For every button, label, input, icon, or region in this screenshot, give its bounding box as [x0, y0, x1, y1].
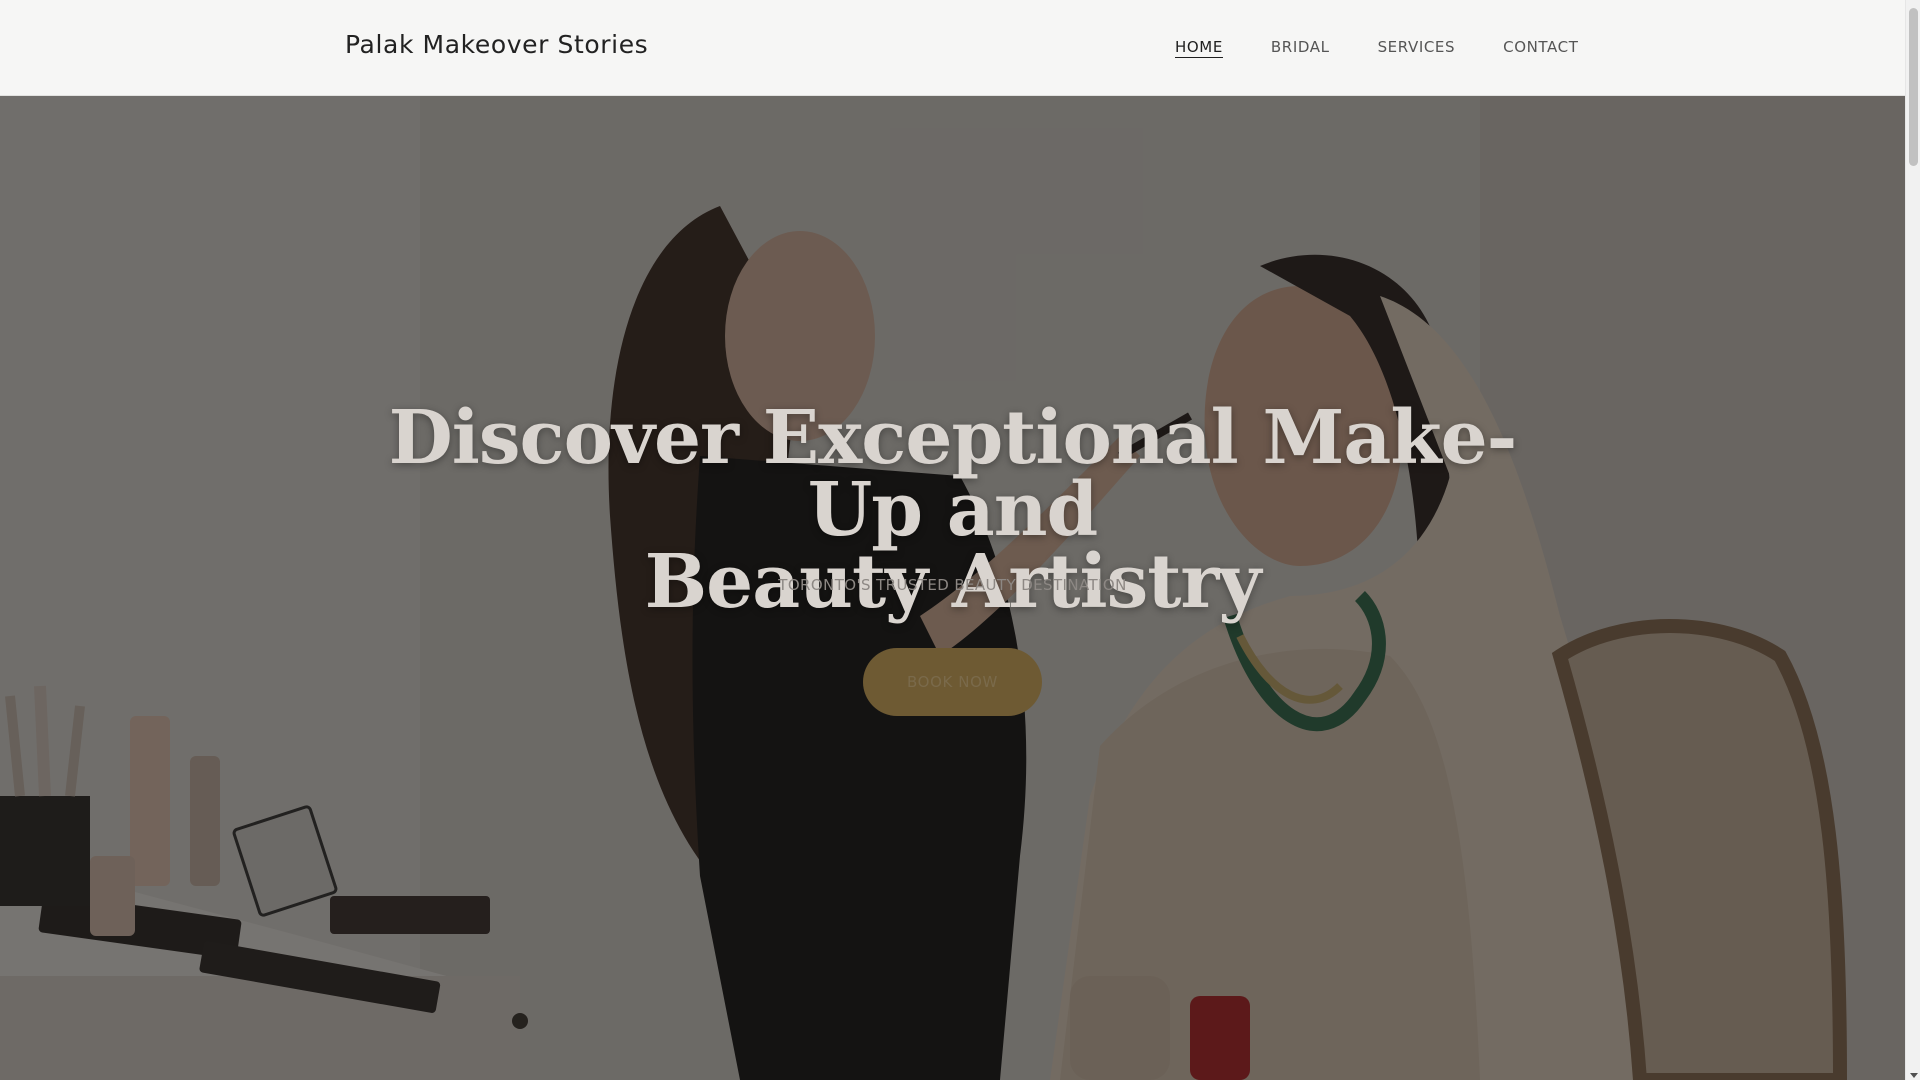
site-header: Palak Makeover Stories HOME BRIDAL SERVI… — [0, 0, 1905, 96]
nav-item-bridal[interactable]: BRIDAL — [1271, 38, 1330, 58]
hero-section: Discover Exceptional Make-Up and Beauty … — [0, 96, 1905, 1080]
nav-item-contact[interactable]: CONTACT — [1503, 38, 1578, 58]
nav-item-home[interactable]: HOME — [1175, 38, 1223, 58]
nav-item-services[interactable]: SERVICES — [1378, 38, 1456, 58]
book-now-button[interactable]: BOOK NOW — [863, 648, 1042, 716]
scrollbar-thumb[interactable] — [1909, 8, 1918, 166]
brand-logo-text[interactable]: Palak Makeover Stories — [345, 30, 648, 59]
scroll-down-arrow-icon[interactable] — [1910, 1073, 1918, 1078]
hero-title-line-1: Discover Exceptional Make-Up and — [388, 395, 1518, 553]
page-scrollbar[interactable] — [1905, 0, 1920, 1080]
main-nav: HOME BRIDAL SERVICES CONTACT — [1175, 38, 1626, 58]
hero-subtitle: TORONTO'S TRUSTED BEAUTY DESTINATION — [778, 576, 1127, 594]
